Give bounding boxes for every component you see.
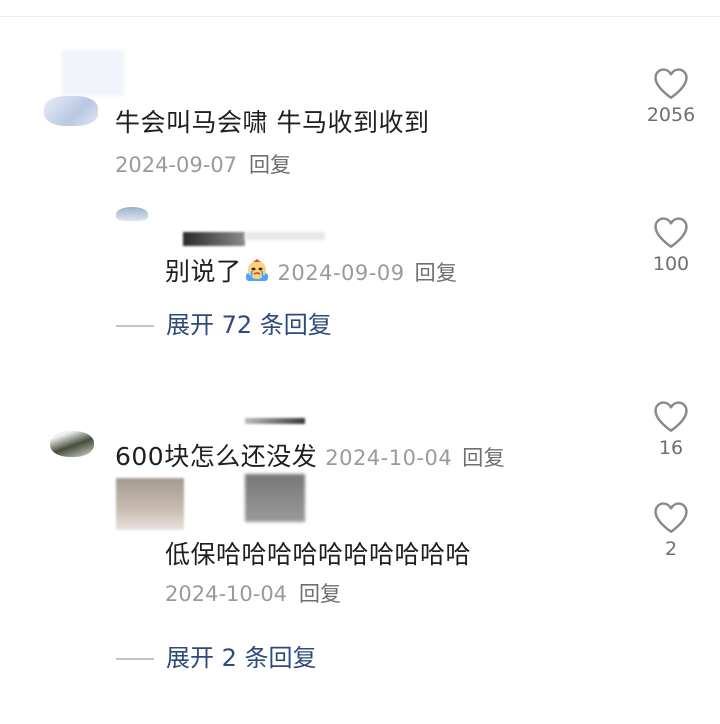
expand-divider: [116, 658, 154, 660]
like-button[interactable]: 100: [641, 215, 701, 275]
comment-text: 别说了 2024-09-09 回复: [165, 257, 458, 286]
avatar[interactable]: [44, 96, 98, 126]
heart-outline-icon: [654, 217, 688, 248]
reply-button[interactable]: 回复: [462, 446, 505, 470]
comment-meta: 2024-09-07 回复: [115, 149, 291, 179]
expand-replies-button[interactable]: 展开 2 条回复: [116, 638, 317, 673]
comment-meta: 2024-10-04 回复: [325, 446, 505, 470]
avatar[interactable]: [116, 478, 184, 530]
comment-text: 600块怎么还没发 2024-10-04 回复: [115, 442, 506, 471]
like-count: 16: [658, 437, 684, 459]
comment-date: 2024-10-04: [325, 446, 453, 470]
username-blur: [62, 50, 124, 96]
like-button[interactable]: 2056: [641, 66, 701, 126]
like-button[interactable]: 2: [641, 500, 701, 560]
heart-outline-icon: [654, 502, 688, 533]
comment-text: 低保哈哈哈哈哈哈哈哈哈哈: [165, 540, 472, 569]
comment-text: 牛会叫马会啸 牛马收到收到: [115, 108, 430, 137]
username-blur: [245, 232, 325, 240]
top-divider: [0, 16, 720, 17]
heart-outline-icon: [654, 68, 688, 99]
avatar[interactable]: [116, 207, 148, 221]
heart-outline-icon: [654, 401, 688, 432]
comment-date: 2024-10-04: [165, 582, 288, 606]
reply-button[interactable]: 回复: [249, 153, 291, 177]
avatar[interactable]: [50, 431, 94, 457]
like-button[interactable]: 16: [641, 399, 701, 459]
comment-date: 2024-09-07: [115, 153, 238, 177]
comment-date: 2024-09-09: [277, 261, 405, 285]
username-blur: [245, 474, 305, 522]
username-blur: [183, 232, 245, 246]
reply-button[interactable]: 回复: [299, 582, 341, 606]
like-count: 2: [664, 538, 678, 560]
comment-meta: 2024-10-04 回复: [165, 578, 341, 608]
expand-label: 展开 72 条回复: [166, 311, 332, 339]
expand-divider: [116, 325, 154, 327]
crying-face-emoji: [245, 259, 268, 281]
like-count: 100: [652, 253, 690, 275]
like-count: 2056: [646, 104, 696, 126]
username-blur: [245, 418, 305, 424]
comment-meta: 2024-09-09 回复: [278, 261, 458, 285]
reply-button[interactable]: 回复: [415, 261, 458, 285]
expand-replies-button[interactable]: 展开 72 条回复: [116, 305, 332, 340]
expand-label: 展开 2 条回复: [166, 644, 317, 672]
